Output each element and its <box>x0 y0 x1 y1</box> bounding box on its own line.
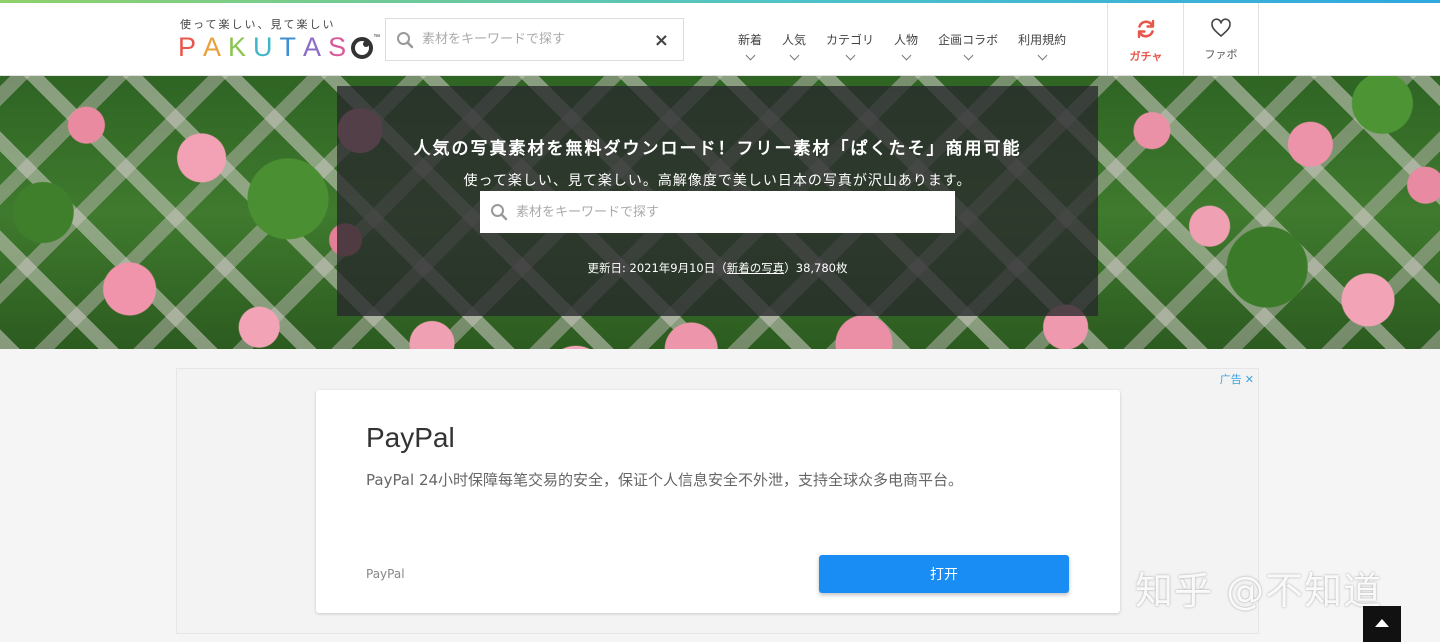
nav-item-new[interactable]: 新着 <box>728 3 772 76</box>
logo-tagline: 使って楽しい、見て楽しい <box>180 18 336 31</box>
photo-count: ）38,780枚 <box>784 261 848 275</box>
trademark-mark: ™ <box>373 34 381 41</box>
chevron-down-icon <box>1037 50 1048 61</box>
hero-search-box <box>480 191 955 233</box>
nav-label: 人物 <box>894 33 919 47</box>
ad-container: 广告 ✕ PayPal PayPal 24小时保障每笔交易的安全，保证个人信息安… <box>176 368 1259 634</box>
pakutaso-logo[interactable]: 使って楽しい、見て楽しい P A K U T A S ™ <box>178 16 380 66</box>
ad-label[interactable]: 广告 ✕ <box>1220 371 1254 387</box>
chevron-down-icon <box>963 50 974 61</box>
hero-banner: 人気の写真素材を無料ダウンロード！フリー素材「ぱくたそ」商用可能 使って楽しい、… <box>0 76 1440 349</box>
ad-description: PayPal 24小时保障每笔交易的安全，保证个人信息安全不外泄，支持全球众多电… <box>366 471 964 489</box>
logo-letter: K <box>228 32 254 62</box>
favorites-button[interactable]: ファボ <box>1183 3 1259 76</box>
clear-search-icon[interactable]: × <box>654 30 669 51</box>
logo-wordmark: P A K U T A S ™ <box>178 32 380 63</box>
gacha-label: ガチャ <box>1129 50 1163 63</box>
close-icon[interactable]: ✕ <box>1245 373 1254 386</box>
logo-letter: A <box>303 32 329 62</box>
search-icon <box>491 204 508 221</box>
nav-label: 人気 <box>782 33 807 47</box>
ad-title: PayPal <box>366 422 455 453</box>
refresh-icon <box>1137 19 1155 39</box>
ad-brand: PayPal <box>366 567 405 581</box>
update-date: 更新日: 2021年9月10日（ <box>587 261 727 275</box>
nav-label: 新着 <box>738 33 763 47</box>
hero-title: 人気の写真素材を無料ダウンロード！フリー素材「ぱくたそ」商用可能 <box>413 139 1022 159</box>
logo-letter: U <box>253 32 280 62</box>
hero-subtitle: 使って楽しい、見て楽しい。高解像度で美しい日本の写真が沢山あります。 <box>463 173 972 189</box>
nav-item-terms[interactable]: 利用規約 <box>1008 3 1076 76</box>
back-to-top-button[interactable] <box>1363 606 1401 642</box>
logo-letter: A <box>203 32 229 62</box>
favorites-label: ファボ <box>1204 48 1238 61</box>
update-info: 更新日: 2021年9月10日（新着の写真）38,780枚 <box>337 260 1098 276</box>
site-header: 使って楽しい、見て楽しい PAKUTAS™ × 新着 人気 カテゴリ 人物 企画… <box>0 3 1440 76</box>
logo-letter: T <box>279 32 304 62</box>
gacha-button[interactable]: ガチャ <box>1107 3 1184 76</box>
ad-open-button[interactable]: 打开 <box>819 555 1069 593</box>
logo-letter: S <box>328 32 354 62</box>
nav-item-collab[interactable]: 企画コラボ <box>928 3 1008 76</box>
header-search-input[interactable] <box>422 19 642 60</box>
chevron-down-icon <box>845 50 855 61</box>
nav-item-category[interactable]: カテゴリ <box>816 3 884 76</box>
nav-label: カテゴリ <box>826 33 875 47</box>
camera-logo-icon <box>351 36 374 59</box>
ad-tag-text: 广告 <box>1219 373 1242 386</box>
chevron-down-icon <box>789 50 799 61</box>
logo-letter: P <box>178 32 204 62</box>
new-photos-link[interactable]: 新着の写真 <box>727 261 785 275</box>
zhihu-watermark: 知乎 @不知道 <box>1135 569 1383 613</box>
nav-label: 企画コラボ <box>938 33 999 47</box>
nav-label: 利用規約 <box>1018 33 1067 47</box>
hero-search-input[interactable] <box>516 191 936 233</box>
hero-overlay-panel: 人気の写真素材を無料ダウンロード！フリー素材「ぱくたそ」商用可能 使って楽しい、… <box>337 86 1098 316</box>
ad-card[interactable]: PayPal PayPal 24小时保障每笔交易的安全，保证个人信息安全不外泄，… <box>316 390 1120 613</box>
heart-icon <box>1211 18 1231 37</box>
nav-item-people[interactable]: 人物 <box>884 3 928 76</box>
header-search-box: × <box>385 18 684 61</box>
nav-item-popular[interactable]: 人気 <box>772 3 816 76</box>
main-nav: 新着 人気 カテゴリ 人物 企画コラボ 利用規約 <box>728 3 1076 76</box>
chevron-down-icon <box>901 50 911 61</box>
chevron-down-icon <box>745 50 755 61</box>
search-icon <box>397 32 414 49</box>
